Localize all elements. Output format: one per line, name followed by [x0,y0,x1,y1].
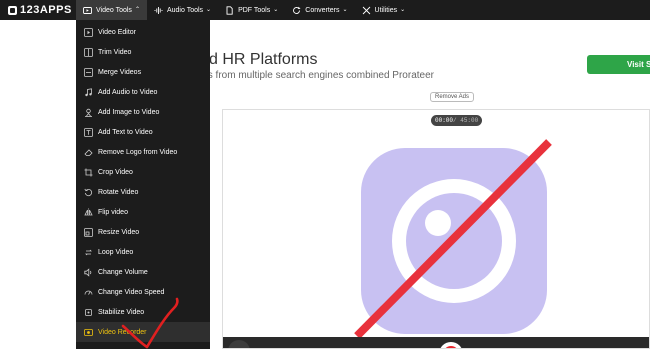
loop-icon [84,248,93,257]
menu-item-label: Add Audio to Video [98,88,158,96]
nav-video-tools-label: Video Tools [96,6,132,14]
menu-item-label: Flip video [98,208,128,216]
menu-item-label: Merge Videos [98,68,142,76]
record-icon [84,328,93,337]
volume-icon [84,267,93,277]
tools-icon [362,6,371,15]
logo[interactable]: 123APPS [0,0,76,20]
menu-item-label: Add Image to Video [98,108,160,116]
nav-pdf-tools[interactable]: PDF Tools ⌄ [218,0,285,20]
menu-item-change-volume[interactable]: Change Volume [76,262,210,282]
flip-icon [84,208,93,217]
menu-item-label: Crop Video [98,168,133,176]
nav-pdf-tools-label: PDF Tools [238,6,271,14]
trim-icon [84,47,93,57]
menu-item-add-audio[interactable]: Add Audio to Video [76,82,210,102]
image-icon [84,108,93,117]
timer-total: / 45:00 [453,117,479,124]
ad-subtitle: ts from multiple search engines combined… [205,70,434,81]
nav-utilities[interactable]: Utilities ⌄ [355,0,413,20]
menu-item-video-editor[interactable]: Video Editor [76,22,210,42]
logo-icon [8,5,17,15]
menu-item-label: Resize Video [98,228,140,236]
nav-audio-tools-label: Audio Tools [166,6,204,14]
nav-converters[interactable]: Converters ⌄ [285,0,354,20]
menu-item-merge-videos[interactable]: Merge Videos [76,62,210,82]
checkmark-annotation [121,297,179,349]
nav-video-tools[interactable]: Video Tools ⌃ [76,0,147,20]
menu-item-add-text[interactable]: Add Text to Video [76,122,210,142]
chevron-up-icon: ⌃ [134,7,140,13]
menu-item-flip-video[interactable]: Flip video [76,202,210,222]
menu-item-label: Change Volume [98,268,148,276]
logo-text: 123APPS [20,4,72,16]
menu-item-label: Remove Logo from Video [98,148,178,156]
menu-item-resize-video[interactable]: Resize Video [76,222,210,242]
menu-item-trim-video[interactable]: Trim Video [76,42,210,62]
video-icon [83,6,92,15]
resize-icon [84,227,93,237]
refresh-icon [292,6,301,15]
menu-item-label: Trim Video [98,48,132,56]
text-icon [84,127,93,137]
chevron-down-icon: ⌄ [206,7,212,13]
menu-item-label: Add Text to Video [98,128,153,136]
remove-ads-button[interactable]: Remove Ads [430,92,475,102]
stabilize-icon [84,308,93,317]
ad-title: d HR Platforms [209,51,318,68]
document-icon [225,5,234,15]
eraser-icon [84,148,93,157]
menu-item-label: Video Editor [98,28,137,36]
camera-blocked-icon [354,139,552,339]
menu-item-add-image[interactable]: Add Image to Video [76,102,210,122]
recording-timer: 00:00 / 45:00 [431,115,483,126]
nav-utilities-label: Utilities [374,6,398,14]
play-square-icon [84,27,93,37]
nav-audio-tools[interactable]: Audio Tools ⌄ [147,0,218,20]
music-note-icon [84,87,93,97]
menu-item-rotate-video[interactable]: Rotate Video [76,182,210,202]
menu-item-label: Change Video Speed [98,288,165,296]
waveform-icon [154,6,163,15]
speedometer-icon [84,288,93,297]
menu-item-label: Loop Video [98,248,134,256]
recorder-controls-bar [223,337,649,348]
visit-site-button[interactable]: Visit Si [587,55,650,74]
crop-icon [84,168,93,177]
menu-item-label: Rotate Video [98,188,139,196]
app-page: 123APPS Video Tools ⌃ Audio Tools ⌄ PDF … [0,0,650,349]
merge-icon [84,67,93,77]
top-navigation: 123APPS Video Tools ⌃ Audio Tools ⌄ PDF … [0,0,650,20]
rotate-icon [84,188,93,197]
chevron-down-icon: ⌄ [342,7,348,13]
chevron-down-icon: ⌄ [273,7,279,13]
chevron-down-icon: ⌄ [400,7,406,13]
menu-item-crop-video[interactable]: Crop Video [76,162,210,182]
menu-item-remove-logo[interactable]: Remove Logo from Video [76,142,210,162]
nav-converters-label: Converters [305,6,340,14]
menu-item-loop-video[interactable]: Loop Video [76,242,210,262]
video-preview: 00:00 / 45:00 [222,109,650,349]
timer-current: 00:00 [435,117,454,124]
